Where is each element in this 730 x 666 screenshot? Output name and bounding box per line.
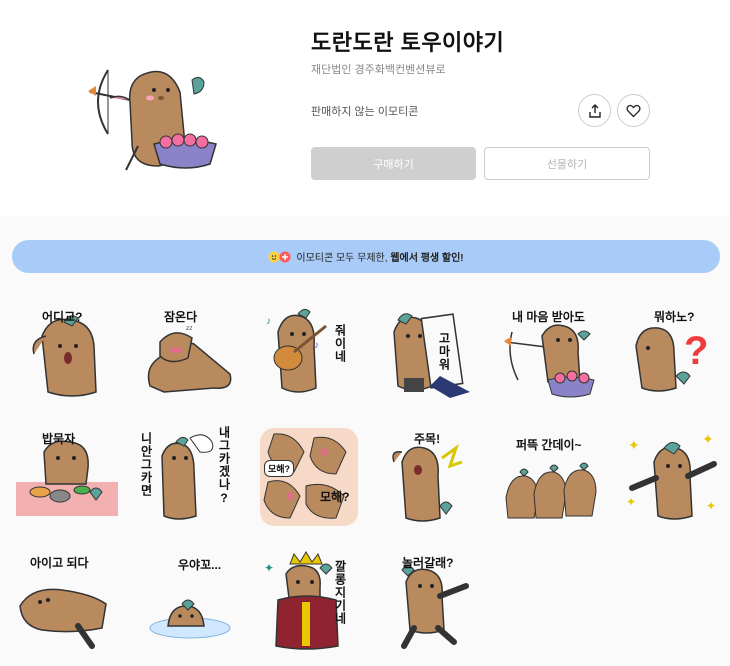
sticker-caption: 우야꼬... <box>178 558 222 572</box>
share-button[interactable] <box>578 94 611 127</box>
banner-text: 이모티콘 모두 무제한, <box>296 253 388 264</box>
sticker-caption: 잠온다 <box>164 310 198 324</box>
sticker-caption: 깔롱지기네 <box>333 560 347 625</box>
svg-text:✦: ✦ <box>264 561 274 575</box>
share-icon <box>588 103 601 118</box>
sticker-item[interactable]: 밥묵자 <box>12 422 122 532</box>
sticker-caption: 어디교? <box>42 310 83 324</box>
sticker-caption: 퍼뜩 간데이~ <box>516 438 582 452</box>
sticker-item[interactable]: 퍼뜩 간데이~ <box>498 422 608 532</box>
sticker-item[interactable]: 니안그카면 내그카겠나? <box>134 422 244 532</box>
author-link[interactable]: 재단법인 경주화백컨벤션뷰로 <box>311 61 446 77</box>
sticker-item[interactable]: 주목! <box>374 422 484 532</box>
buy-button[interactable]: 구매하기 <box>311 147 476 180</box>
emoji-icons <box>268 251 292 263</box>
sticker-caption-2: 모해? <box>320 490 350 504</box>
svg-text:✦: ✦ <box>706 499 716 513</box>
sticker-item[interactable]: 우야꼬... <box>134 546 244 656</box>
sticker-caption: 놀러갈래? <box>402 556 454 570</box>
sticker-caption-2: 내그카겠나? <box>217 426 231 506</box>
sticker-caption: 내 마음 받아도 <box>512 310 585 324</box>
sticker-item[interactable]: 내 마음 받아도 <box>498 296 608 406</box>
gift-button[interactable]: 선물하기 <box>484 147 650 180</box>
sticker-caption: 아이고 되다 <box>30 556 89 570</box>
sticker-caption: 모해? <box>264 460 295 477</box>
sticker-item[interactable]: 모해? 모해? <box>254 422 364 532</box>
svg-text:✦: ✦ <box>628 437 640 453</box>
sticker-item[interactable]: ♪ ♪ 줘이네 <box>254 296 364 406</box>
product-header: 도란도란 토우이야기 재단법인 경주화백컨벤션뷰로 판매하지 않는 이모티콘 구… <box>0 0 730 216</box>
sticker-caption: 고마워 <box>437 332 451 371</box>
banner-highlight: 웹에서 평생 할인! <box>390 253 464 264</box>
product-title: 도란도란 토우이야기 <box>311 30 505 55</box>
sticker-item[interactable]: ? 뭐하노? <box>618 296 728 406</box>
promo-banner[interactable]: 이모티콘 모두 무제한, 웹에서 평생 할인! <box>12 240 720 273</box>
svg-text:?: ? <box>684 329 708 373</box>
sticker-item[interactable]: 고마워 <box>374 296 484 406</box>
svg-text:♪: ♪ <box>314 340 319 351</box>
sticker-caption: 뭐하노? <box>654 310 695 324</box>
sticker-item[interactable]: ᶻᶻ 잠온다 <box>134 296 244 406</box>
sticker-caption: 주목! <box>414 432 441 446</box>
svg-text:✦: ✦ <box>626 495 636 509</box>
hero-sticker-image <box>80 62 220 174</box>
sale-status-text: 판매하지 않는 이모티콘 <box>311 106 419 118</box>
svg-text:♪: ♪ <box>266 316 271 327</box>
sticker-item[interactable]: 아이고 되다 <box>12 546 122 656</box>
sticker-caption: 니안그카면 <box>139 432 153 497</box>
sticker-item[interactable]: 놀러갈래? <box>374 546 484 656</box>
sticker-item[interactable]: ✦ 깔롱지기네 <box>254 546 364 656</box>
heart-icon <box>626 104 641 117</box>
svg-text:ᶻᶻ: ᶻᶻ <box>186 324 192 334</box>
like-button[interactable] <box>617 94 650 127</box>
svg-text:✦: ✦ <box>702 431 714 447</box>
sticker-item[interactable]: 어디교? <box>12 296 122 406</box>
sticker-caption: 밥묵자 <box>42 432 76 446</box>
sticker-caption: 줘이네 <box>333 324 347 363</box>
sticker-item[interactable]: ✦ ✦ ✦ ✦ <box>618 422 728 532</box>
